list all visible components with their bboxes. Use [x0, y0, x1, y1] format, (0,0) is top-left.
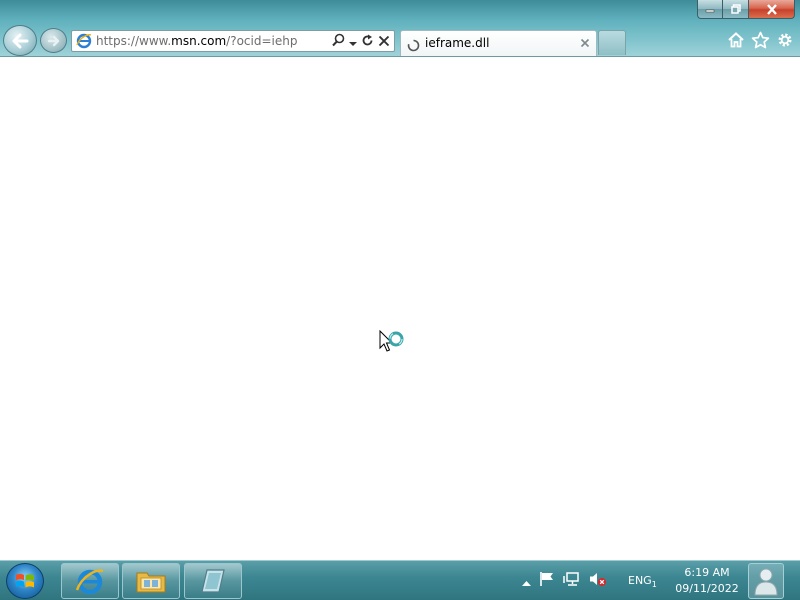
action-center-flag-icon[interactable]: [539, 571, 555, 591]
show-hidden-icons[interactable]: [522, 572, 531, 591]
tab-ieframe[interactable]: ieframe.dll: [400, 30, 597, 56]
address-tools: [332, 33, 390, 50]
language-indicator[interactable]: ENG1: [628, 574, 657, 589]
favorites-star-icon[interactable]: [751, 31, 770, 53]
url-path: /?ocid=iehp: [226, 34, 298, 48]
clock-date: 09/11/2022: [675, 582, 739, 595]
app-icon: [201, 569, 225, 593]
clock-time: 6:19 AM: [684, 566, 730, 579]
taskbar-explorer-button[interactable]: [122, 563, 180, 599]
address-url[interactable]: https://www.msn.com/?ocid=iehp: [96, 34, 297, 48]
address-bar[interactable]: https://www.msn.com/?ocid=iehp: [71, 30, 395, 52]
tab-close-icon[interactable]: [578, 35, 592, 54]
stop-icon[interactable]: [378, 32, 390, 51]
refresh-icon[interactable]: [361, 32, 374, 51]
system-tray: [522, 561, 607, 600]
volume-muted-icon[interactable]: [589, 571, 607, 591]
start-button[interactable]: [6, 563, 44, 599]
taskbar: ENG1 6:19 AM 09/11/2022: [0, 560, 800, 600]
minimize-button[interactable]: [697, 0, 723, 19]
tab-title: ieframe.dll: [425, 36, 490, 50]
search-icon[interactable]: [332, 32, 345, 51]
busy-cursor-icon: [379, 329, 407, 364]
internet-explorer-icon: [75, 569, 104, 595]
forward-arrow-icon: [47, 35, 59, 46]
maximize-button[interactable]: [723, 0, 749, 19]
language-index: 1: [651, 580, 657, 590]
language-code: ENG: [628, 574, 652, 587]
page-content[interactable]: [0, 57, 800, 560]
settings-gear-icon[interactable]: [776, 31, 794, 53]
clock[interactable]: 6:19 AM 09/11/2022: [672, 565, 742, 597]
forward-button[interactable]: [40, 28, 67, 53]
close-button[interactable]: [749, 0, 795, 19]
command-icons: [727, 31, 794, 53]
file-explorer-icon: [136, 572, 166, 593]
ie-page-icon: [76, 33, 92, 53]
windows-start-icon: [16, 573, 34, 588]
taskbar-ie-button[interactable]: [61, 563, 119, 599]
url-prefix: https://www.: [96, 34, 172, 48]
close-icon: [766, 3, 777, 15]
url-host: msn.com: [171, 34, 227, 48]
user-button[interactable]: [748, 563, 784, 599]
minimize-icon: [705, 9, 715, 13]
new-tab-button[interactable]: [598, 30, 626, 55]
back-arrow-icon: [12, 33, 29, 48]
taskbar-app-button[interactable]: [184, 563, 242, 599]
dropdown-icon[interactable]: [349, 32, 357, 51]
browser-chrome: https://www.msn.com/?ocid=iehp ieframe.d…: [0, 0, 800, 57]
network-icon[interactable]: [563, 571, 581, 591]
user-icon: [754, 568, 778, 596]
back-button[interactable]: [3, 25, 37, 56]
window-controls: [697, 0, 795, 20]
loading-spinner-icon: [407, 37, 420, 56]
home-icon[interactable]: [727, 31, 745, 53]
maximize-icon: [730, 4, 741, 14]
